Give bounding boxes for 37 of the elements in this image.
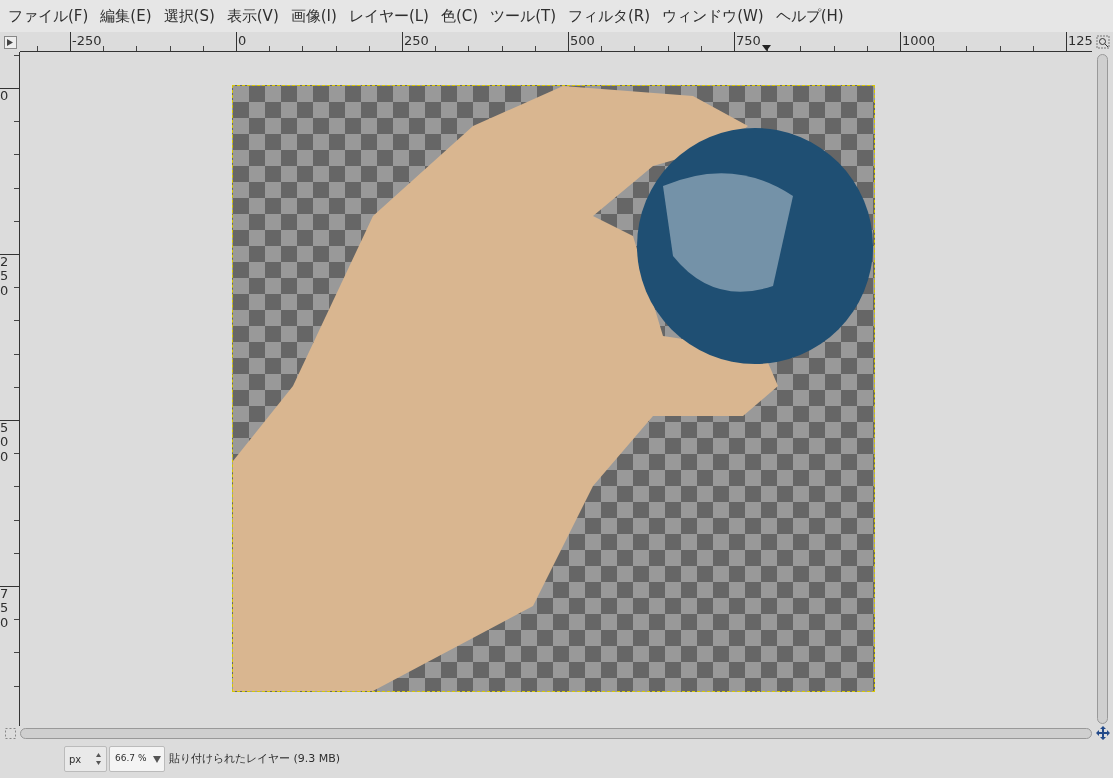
ruler-label: 250 [0, 255, 10, 298]
image-menu-button[interactable] [3, 35, 17, 49]
unit-selector[interactable]: px [64, 746, 107, 772]
menu-item[interactable]: レイヤー(L) [342, 4, 435, 28]
ruler-label: 500 [0, 421, 10, 464]
quick-mask-icon[interactable] [4, 727, 16, 739]
menu-item[interactable]: ツール(T) [484, 4, 562, 28]
ruler-label: 0 [237, 32, 247, 49]
menu-item[interactable]: 画像(I) [284, 4, 343, 28]
play-icon [7, 38, 13, 46]
vertical-scrollbar[interactable] [1097, 54, 1108, 724]
menu-item[interactable]: 選択(S) [157, 4, 221, 28]
zoom-icon[interactable] [1095, 35, 1110, 49]
horizontal-scrollbar[interactable] [20, 727, 1092, 739]
ruler-label: 750 [0, 587, 10, 630]
spinner-arrows-icon [95, 752, 102, 766]
ruler-label: 0 [0, 89, 10, 104]
ruler-label: 1000 [901, 32, 936, 49]
menu-item[interactable]: ウィンドウ(W) [656, 4, 770, 28]
menu-item[interactable]: ヘルプ(H) [769, 4, 850, 28]
ruler-label: 500 [569, 32, 595, 49]
dropdown-arrow-icon [153, 755, 161, 763]
ruler-label: 750 [735, 32, 761, 49]
menu-item[interactable]: ファイル(F) [2, 4, 95, 28]
menu-item[interactable]: 色(C) [434, 4, 485, 28]
ruler-label: -250 [71, 32, 102, 49]
ruler-label: 125 [1067, 32, 1092, 49]
move-arrows-icon[interactable] [1095, 726, 1110, 740]
zoom-value: 66.7 % [115, 752, 147, 766]
menu-item[interactable]: 編集(E) [94, 4, 158, 28]
menu-item[interactable]: フィルタ(R) [562, 4, 657, 28]
layer-info: 貼り付けられたレイヤー (9.3 MB) [169, 750, 341, 767]
menu-item[interactable]: 表示(V) [220, 4, 285, 28]
unit-value: px [69, 752, 82, 767]
pointer-marker-icon [762, 45, 771, 51]
ruler-label: 250 [403, 32, 429, 49]
zoom-selector[interactable]: 66.7 % [109, 746, 165, 772]
